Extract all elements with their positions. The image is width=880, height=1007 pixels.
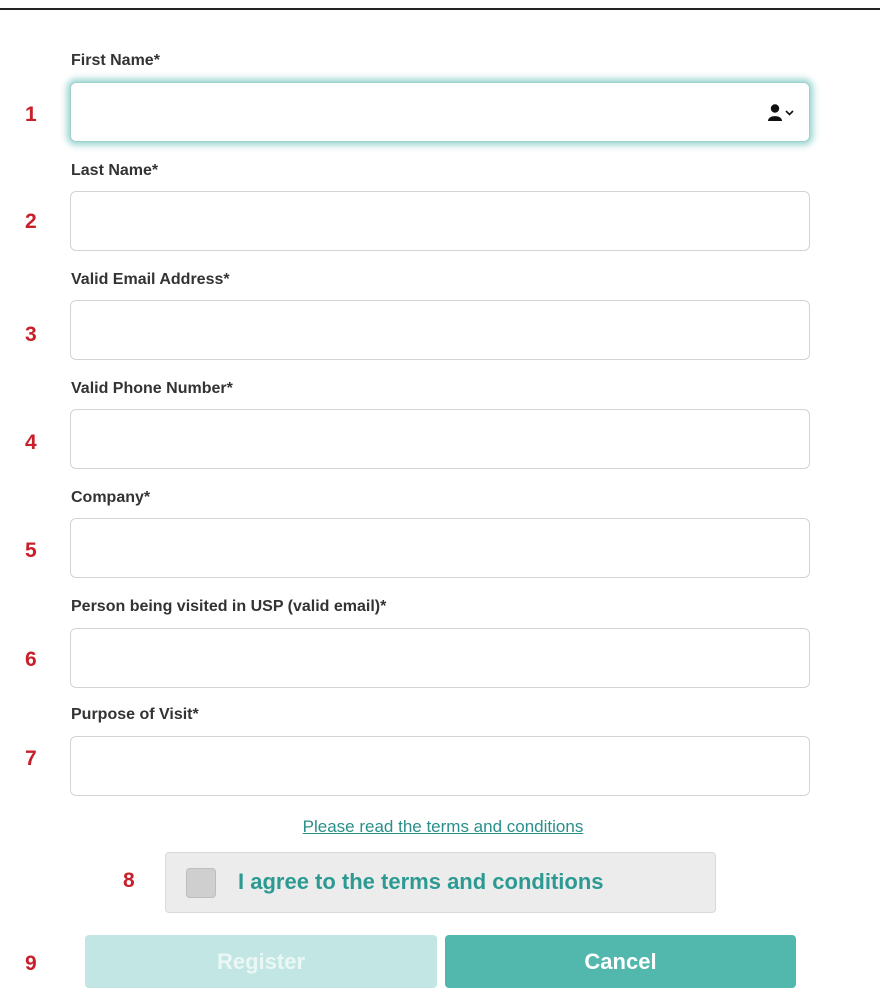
- person-visited-label: Person being visited in USP (valid email…: [71, 598, 387, 615]
- terms-link[interactable]: Please read the terms and conditions: [0, 817, 880, 837]
- last-name-label: Last Name*: [71, 162, 159, 179]
- register-button[interactable]: Register: [85, 935, 437, 988]
- step-number-4: 4: [25, 431, 37, 454]
- first-name-label: First Name*: [71, 52, 160, 69]
- step-number-6: 6: [25, 648, 37, 671]
- purpose-label: Purpose of Visit*: [71, 706, 199, 723]
- step-number-9: 9: [25, 952, 37, 975]
- phone-label: Valid Phone Number*: [71, 380, 233, 397]
- step-number-7: 7: [25, 747, 37, 770]
- first-name-input[interactable]: [70, 82, 810, 142]
- agree-label[interactable]: I agree to the terms and conditions: [238, 869, 604, 895]
- cancel-button[interactable]: Cancel: [445, 935, 796, 988]
- purpose-input[interactable]: [70, 736, 810, 796]
- company-label: Company*: [71, 489, 151, 506]
- step-number-2: 2: [25, 210, 37, 233]
- person-visited-input[interactable]: [70, 628, 810, 688]
- step-number-3: 3: [25, 323, 37, 346]
- top-divider: [0, 8, 880, 10]
- company-input[interactable]: [70, 518, 810, 578]
- person-dropdown-icon[interactable]: [767, 103, 797, 123]
- step-number-1: 1: [25, 103, 37, 126]
- step-number-8: 8: [123, 869, 135, 892]
- email-input[interactable]: [70, 300, 810, 360]
- agree-checkbox[interactable]: [186, 868, 216, 898]
- last-name-input[interactable]: [70, 191, 810, 251]
- phone-input[interactable]: [70, 409, 810, 469]
- step-number-5: 5: [25, 539, 37, 562]
- agree-terms-box[interactable]: I agree to the terms and conditions: [165, 852, 716, 913]
- email-label: Valid Email Address*: [71, 271, 230, 288]
